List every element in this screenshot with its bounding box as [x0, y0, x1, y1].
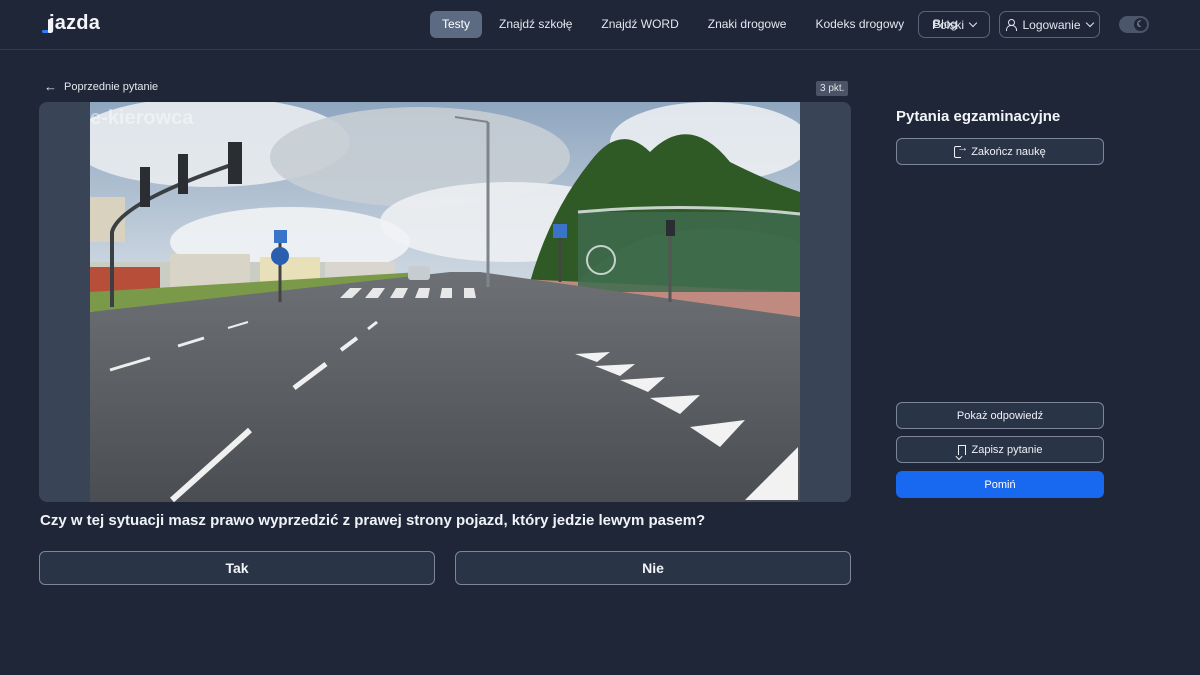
arrow-left-icon: ←: [44, 79, 57, 94]
login-button[interactable]: Logowanie: [999, 11, 1100, 38]
login-label: Logowanie: [1022, 17, 1081, 32]
watermark-text: e-kierowca: [90, 107, 194, 129]
skip-label: Pomiń: [984, 478, 1016, 491]
language-select[interactable]: Polski: [918, 11, 990, 38]
moon-icon: ☾: [1134, 18, 1147, 31]
finish-learning-label: Zakończ naukę: [971, 145, 1046, 158]
language-label: Polski: [931, 17, 964, 32]
nav-traffic-code[interactable]: Kodeks drogowy: [803, 11, 916, 38]
road-scene-image: e-kierowca: [90, 102, 800, 502]
answer-no-button[interactable]: Nie: [455, 551, 851, 585]
user-icon: [1006, 19, 1018, 31]
logo[interactable]: jazda: [42, 12, 100, 35]
question-text: Czy w tej sytuacji masz prawo wyprzedzić…: [40, 512, 706, 529]
points-badge: 3 pkt.: [816, 81, 849, 96]
nav-find-school[interactable]: Znajdź szkołę: [487, 11, 584, 38]
show-answer-button[interactable]: Pokaż odpowiedź: [896, 402, 1104, 429]
chevron-down-icon: [1085, 18, 1094, 28]
logo-text: jazda: [49, 12, 101, 34]
nav-tests[interactable]: Testy: [430, 11, 483, 38]
theme-toggle[interactable]: ☾: [1119, 16, 1149, 33]
logo-mark-icon: [42, 15, 52, 35]
nav-find-word[interactable]: Znajdź WORD: [589, 11, 690, 38]
show-answer-label: Pokaż odpowiedź: [956, 409, 1044, 422]
top-navbar: jazda Testy Znajdź szkołę Znajdź WORD Zn…: [0, 0, 1200, 50]
panel-title: Pytania egzaminacyjne: [896, 108, 1061, 125]
previous-question-link[interactable]: ← Poprzednie pytanie: [44, 79, 159, 94]
skip-button[interactable]: Pomiń: [896, 471, 1104, 498]
main-nav: Testy Znajdź szkołę Znajdź WORD Znaki dr…: [430, 11, 974, 38]
save-question-label: Zapisz pytanie: [971, 443, 1043, 456]
answer-yes-button[interactable]: Tak: [39, 551, 435, 585]
question-media: e-kierowca: [39, 102, 851, 502]
previous-question-label: Poprzednie pytanie: [64, 81, 159, 93]
chevron-down-icon: [968, 18, 978, 28]
exit-icon: [954, 142, 968, 158]
bookmark-icon: [957, 444, 966, 455]
save-question-button[interactable]: Zapisz pytanie: [896, 436, 1104, 463]
nav-road-signs[interactable]: Znaki drogowe: [696, 11, 799, 38]
finish-learning-button[interactable]: Zakończ naukę: [896, 138, 1104, 165]
